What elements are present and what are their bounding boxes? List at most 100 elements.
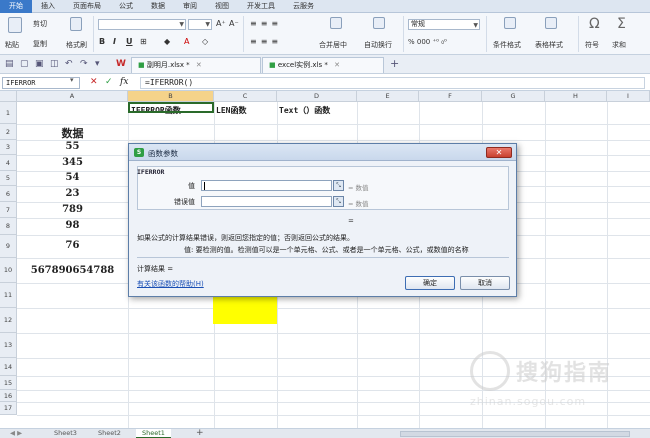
conditional-format-icon[interactable] — [504, 17, 516, 29]
cell-a6[interactable]: 23 — [17, 188, 128, 199]
tab-review[interactable]: 审阅 — [174, 0, 206, 13]
fill-color-icon[interactable]: ◆ — [164, 37, 170, 46]
preview-icon[interactable]: ◫ — [50, 59, 59, 69]
tab-home[interactable]: 开始 — [0, 0, 32, 13]
tab-formulas[interactable]: 公式 — [110, 0, 142, 13]
formula-input[interactable]: =IFERROR() — [140, 77, 645, 89]
name-box[interactable]: IFERROR — [2, 77, 80, 89]
arg-value-input[interactable] — [201, 180, 332, 191]
merge-center-icon[interactable] — [330, 17, 342, 29]
paste-icon[interactable] — [8, 17, 22, 33]
arg-error-input[interactable] — [201, 196, 332, 207]
tab-developer[interactable]: 开发工具 — [238, 0, 284, 13]
row-header-3[interactable]: 3 — [0, 140, 17, 155]
cancel-icon[interactable]: ✕ — [90, 77, 98, 87]
cell-a4[interactable]: 345 — [17, 157, 128, 168]
sum-button[interactable]: 求和 — [612, 40, 626, 50]
redo-icon[interactable]: ↷ — [80, 59, 88, 69]
row-header-14[interactable]: 14 — [0, 358, 17, 376]
close-icon[interactable]: ✕ — [196, 61, 202, 69]
copy-button[interactable]: 复制 — [33, 39, 47, 49]
row-header-11[interactable]: 11 — [0, 283, 17, 308]
tab-page-layout[interactable]: 页面布局 — [64, 0, 110, 13]
symbol-icon[interactable]: Ω — [589, 16, 600, 32]
sheet-tab-sheet2[interactable]: Sheet2 — [92, 429, 127, 438]
row-header-8[interactable]: 8 — [0, 218, 17, 235]
font-size-select[interactable]: ▼ — [188, 19, 212, 30]
row-header-13[interactable]: 13 — [0, 333, 17, 358]
undo-icon[interactable]: ↶ — [65, 59, 73, 69]
font-family-select[interactable]: ▼ — [98, 19, 186, 30]
grow-font-button[interactable]: A⁺ — [216, 19, 226, 28]
cell-a3[interactable]: 55 — [17, 141, 128, 152]
print-icon[interactable]: ▣ — [35, 59, 44, 69]
tab-view[interactable]: 视图 — [206, 0, 238, 13]
tab-insert[interactable]: 插入 — [32, 0, 64, 13]
row-header-7[interactable]: 7 — [0, 202, 17, 218]
column-header-e[interactable]: E — [357, 91, 419, 102]
wrap-text-icon[interactable] — [373, 17, 385, 29]
number-format-buttons[interactable]: % 000 ⁺⁰ ₀⁰ — [408, 38, 447, 46]
cell-d1[interactable]: Text（）函数 — [279, 105, 330, 116]
cell-a10[interactable]: 567890654788 — [17, 265, 128, 276]
row-header-10[interactable]: 10 — [0, 258, 17, 283]
column-header-d[interactable]: D — [277, 91, 357, 102]
column-header-a[interactable]: A — [17, 91, 128, 102]
column-header-g[interactable]: G — [482, 91, 545, 102]
bold-button[interactable]: B — [99, 37, 105, 46]
tab-cloud[interactable]: 云服务 — [284, 0, 323, 13]
open-icon[interactable]: ▢ — [20, 59, 29, 69]
cancel-button[interactable]: 取消 — [460, 276, 510, 290]
collapse-dialog-icon[interactable]: ⤡ — [333, 180, 344, 191]
format-painter-label[interactable]: 格式刷 — [66, 40, 87, 50]
column-header-f[interactable]: F — [419, 91, 482, 102]
format-painter-icon[interactable] — [70, 17, 82, 31]
cell-a8[interactable]: 98 — [17, 220, 128, 231]
collapse-dialog-icon[interactable]: ⤡ — [333, 196, 344, 207]
row-header-17[interactable]: 17 — [0, 402, 17, 415]
row-header-6[interactable]: 6 — [0, 186, 17, 202]
sheet-tab-sheet3[interactable]: Sheet3 — [48, 429, 83, 438]
name-box-dropdown-icon[interactable]: ▾ — [70, 76, 74, 84]
column-header-c[interactable]: C — [214, 91, 277, 102]
sheet-nav-arrows[interactable]: ◀ ▶ — [4, 429, 28, 438]
new-tab-icon[interactable]: + — [390, 57, 399, 70]
row-header-16[interactable]: 16 — [0, 390, 17, 402]
table-style-icon[interactable] — [545, 17, 557, 29]
cell-a2[interactable]: 数据 — [17, 125, 128, 141]
cell-a9[interactable]: 76 — [17, 240, 128, 251]
ok-button[interactable]: 确定 — [405, 276, 455, 290]
symbol-button[interactable]: 符号 — [585, 40, 599, 50]
clear-format-icon[interactable]: ◇ — [202, 37, 208, 46]
italic-button[interactable]: I — [113, 37, 116, 46]
sheet-tab-sheet1[interactable]: Sheet1 — [136, 429, 171, 438]
confirm-icon[interactable]: ✓ — [105, 77, 113, 87]
row-header-5[interactable]: 5 — [0, 171, 17, 186]
table-style-button[interactable]: 表格样式 — [535, 40, 563, 50]
cell-a5[interactable]: 54 — [17, 172, 128, 183]
align-top-icons[interactable]: ≡≡≡ — [250, 19, 282, 28]
wps-logo-icon[interactable]: W — [116, 59, 126, 69]
dialog-title-bar[interactable]: S 函数参数 ✕ — [129, 144, 516, 161]
row-header-2[interactable]: 2 — [0, 124, 17, 140]
cell-c1[interactable]: LEN函数 — [216, 105, 246, 116]
sum-icon[interactable]: Σ — [617, 16, 626, 32]
align-left-icons[interactable]: ≡≡≡ — [250, 37, 282, 46]
doc-tab-2[interactable]: ■ excel实例.xls * ✕ — [262, 57, 384, 73]
merge-center-button[interactable]: 合并居中 — [319, 40, 347, 50]
close-icon[interactable]: ✕ — [334, 61, 340, 69]
font-color-icon[interactable]: A — [184, 37, 189, 46]
dialog-close-button[interactable]: ✕ — [486, 147, 512, 158]
row-header-4[interactable]: 4 — [0, 155, 17, 171]
column-header-h[interactable]: H — [545, 91, 607, 102]
horizontal-scrollbar[interactable] — [400, 431, 630, 437]
add-sheet-icon[interactable]: + — [190, 429, 210, 438]
cut-button[interactable]: 剪切 — [33, 19, 47, 29]
row-header-12[interactable]: 12 — [0, 308, 17, 333]
shrink-font-button[interactable]: A⁻ — [229, 19, 239, 28]
save-icon[interactable]: ▤ — [5, 59, 14, 69]
border-icon[interactable]: ⊞ — [140, 37, 147, 46]
paste-label[interactable]: 粘贴 — [5, 40, 19, 50]
underline-button[interactable]: U — [126, 37, 133, 46]
doc-tab-1[interactable]: ■ 副明月.xlsx * ✕ — [131, 57, 261, 73]
